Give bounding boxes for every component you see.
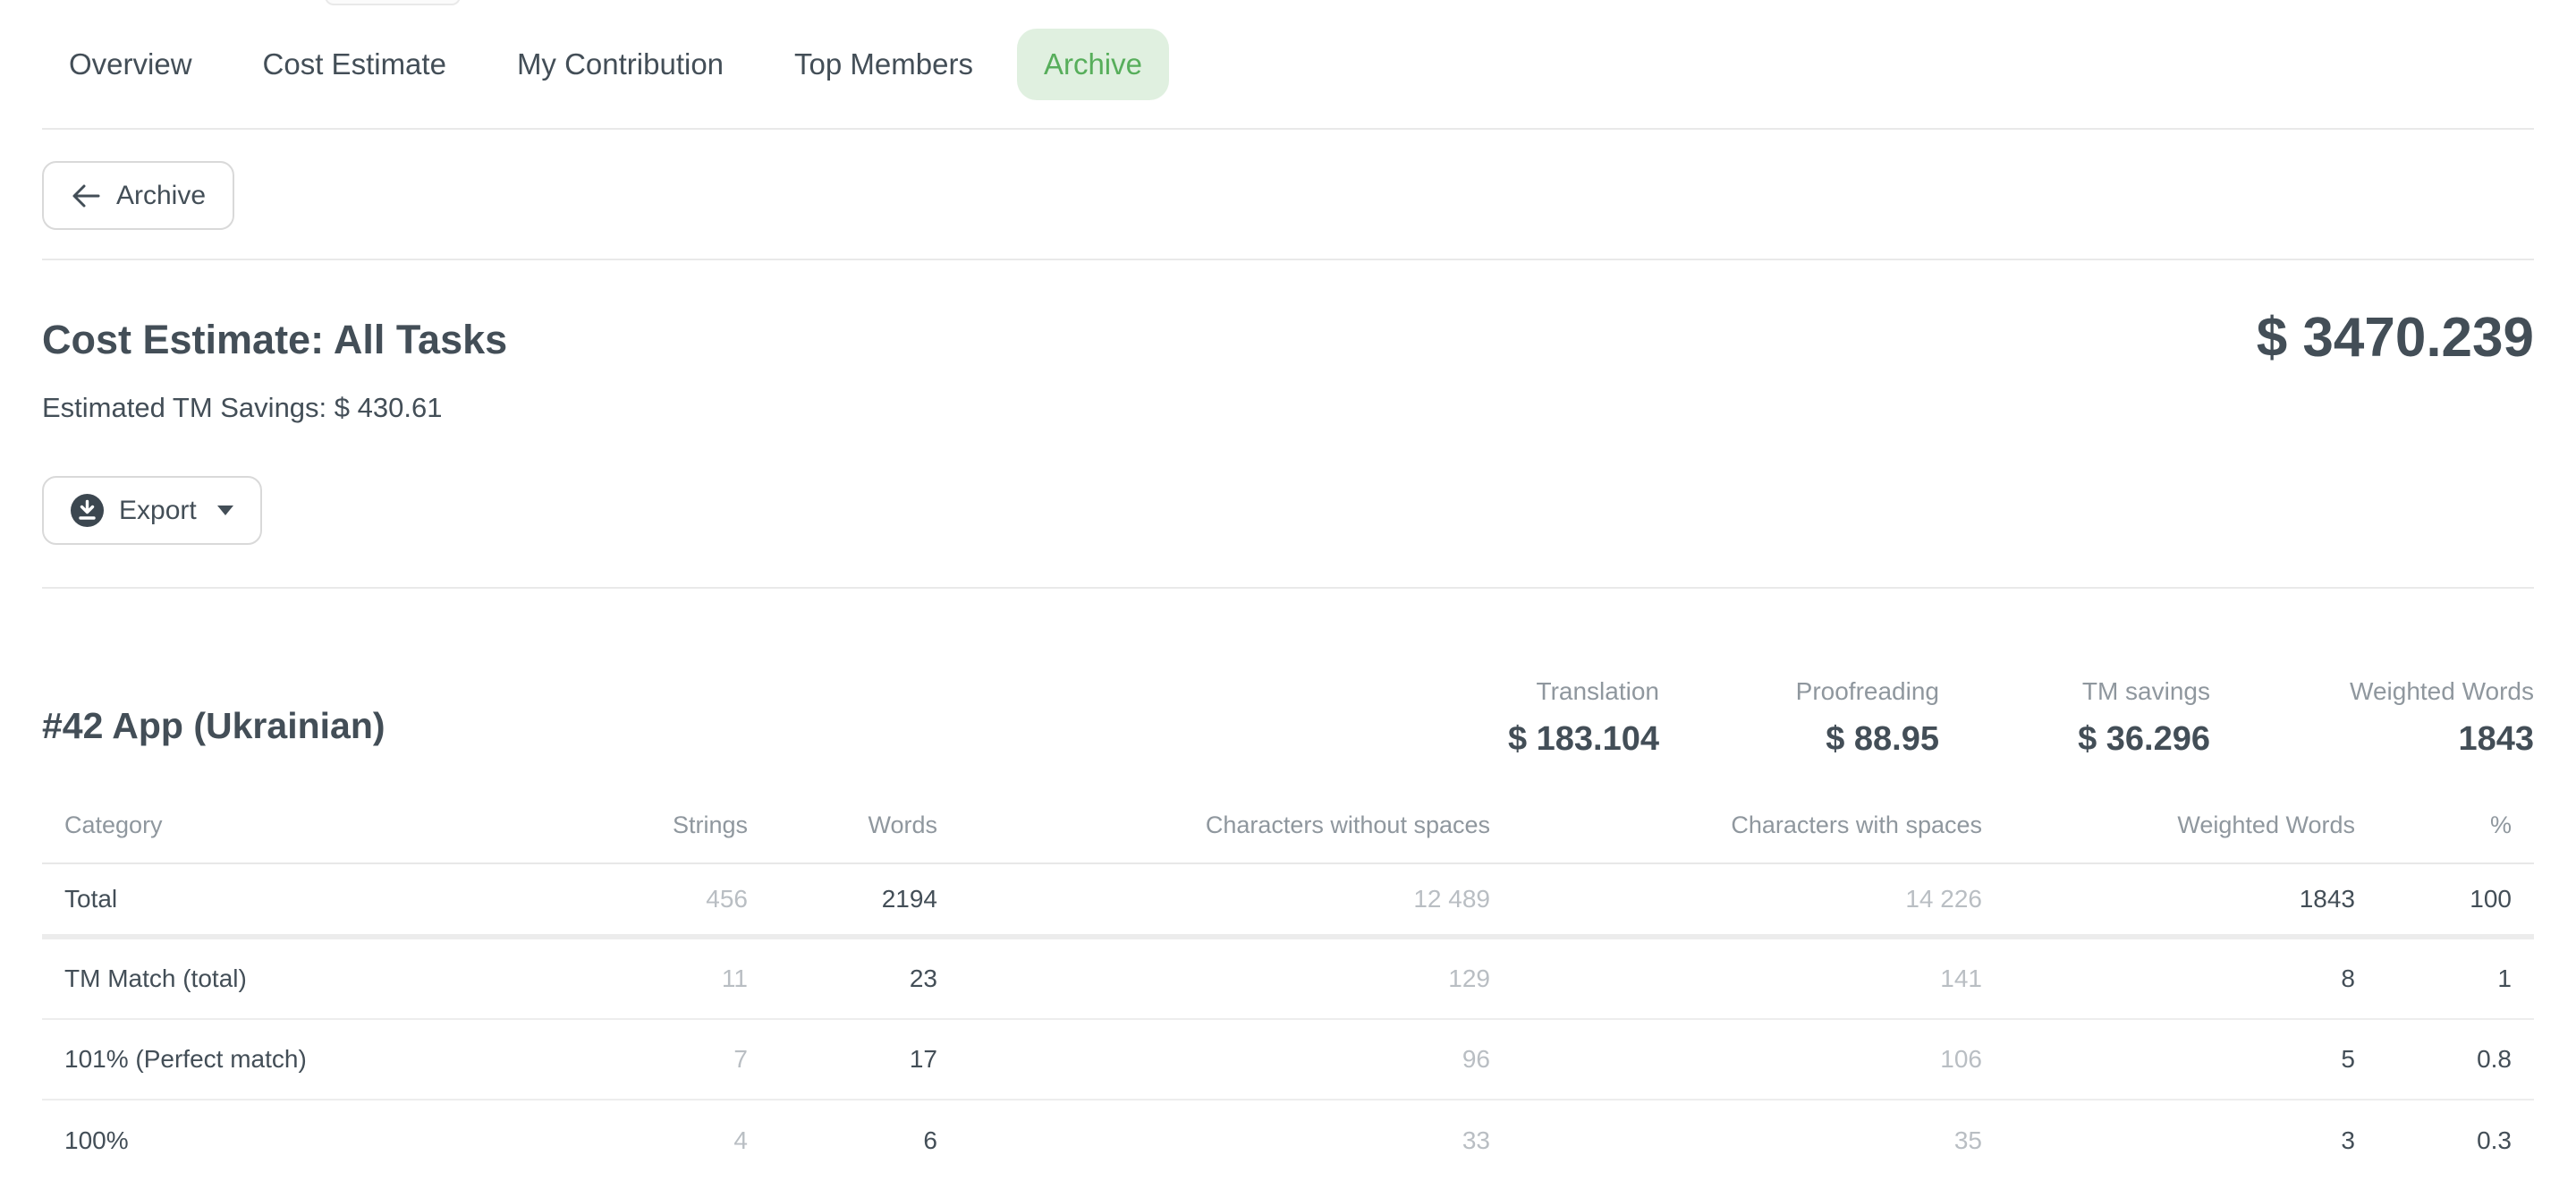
tab-bar: OverviewCost EstimateMy ContributionTop … [0,0,2576,100]
cell-value: 96 [937,1045,1490,1074]
stat-label: TM savings [1939,676,2210,707]
project-stats: Translation $ 183.104Proofreading $ 88.95T… [1373,676,2534,759]
stat-value: $ 88.95 [1659,719,1939,759]
tab-top-members[interactable]: Top Members [767,29,1000,100]
column-header-characters-without-spaces: Characters without spaces [937,798,1490,862]
stat-label: Proofreading [1659,676,1939,707]
cell-value: 17 [748,1045,937,1074]
column-header-weighted-words: Weighted Words [1982,798,2355,862]
project-title: #42 App (Ukrainian) [42,704,386,748]
cell-category: 101% (Perfect match) [64,1045,512,1074]
total-cost: $ 3470.239 [2257,307,2534,370]
table-row: TM Match (total)112312914181 [42,939,2534,1020]
arrow-left-icon [71,183,101,209]
export-button[interactable]: Export [42,476,262,545]
cell-value: 456 [512,885,748,913]
cell-value: 141 [1490,964,1982,993]
column-header-strings: Strings [512,798,748,862]
cell-value: 4 [512,1126,748,1155]
cell-value: 129 [937,964,1490,993]
stat-value: 1843 [2210,719,2534,759]
tab-my-contribution[interactable]: My Contribution [490,29,750,100]
project-section: #42 App (Ukrainian) Translation $ 183.104… [42,676,2534,759]
cell-value: 0.3 [2355,1126,2512,1155]
column-header-: % [2355,798,2512,862]
page-title: Cost Estimate: All Tasks [42,316,2534,364]
cell-value: 23 [748,964,937,993]
tab-archive[interactable]: Archive [1017,29,1169,100]
stat-label: Translation [1373,676,1659,707]
cell-value: 106 [1490,1045,1982,1074]
tab-list: OverviewCost EstimateMy ContributionTop … [42,29,2534,100]
cost-estimate-summary: Cost Estimate: All Tasks $ 3470.239 Esti… [0,260,2576,587]
stat-proofreading: Proofreading $ 88.95 [1659,676,1939,759]
download-icon [71,494,104,527]
cell-category: 100% [64,1126,512,1155]
tab-overview[interactable]: Overview [42,29,219,100]
back-row: Archive [0,130,2576,259]
stat-label: Weighted Words [2210,676,2534,707]
cell-value: 33 [937,1126,1490,1155]
divider-below-summary [42,587,2534,589]
stat-value: $ 36.296 [1939,719,2210,759]
table-row: Total456219412 48914 2261843100 [42,864,2534,939]
chevron-down-icon [217,506,233,515]
cell-value: 2194 [748,885,937,913]
cell-value: 35 [1490,1126,1982,1155]
column-header-characters-with-spaces: Characters with spaces [1490,798,1982,862]
cell-value: 11 [512,964,748,993]
cell-value: 100 [2355,885,2512,913]
top-edge-cutoff-element [325,0,461,5]
cell-value: 1 [2355,964,2512,993]
cell-value: 5 [1982,1045,2355,1074]
cell-value: 8 [1982,964,2355,993]
cell-value: 12 489 [937,885,1490,913]
table-row: 101% (Perfect match)7179610650.8 [42,1020,2534,1100]
stat-tm-savings: TM savings $ 36.296 [1939,676,2210,759]
back-to-archive-button[interactable]: Archive [42,161,234,230]
cell-value: 1843 [1982,885,2355,913]
cost-table: CategoryStringsWordsCharacters without s… [42,798,2534,1181]
cell-category: TM Match (total) [64,964,512,993]
table-header: CategoryStringsWordsCharacters without s… [42,798,2534,864]
cell-category: Total [64,885,512,913]
column-header-category: Category [64,798,512,862]
back-button-label: Archive [116,181,206,211]
table-body: Total456219412 48914 2261843100TM Match … [42,864,2534,1181]
column-header-words: Words [748,798,937,862]
cell-value: 0.8 [2355,1045,2512,1074]
stat-weighted-words: Weighted Words 1843 [2210,676,2534,759]
table-row: 100%46333530.3 [42,1100,2534,1181]
tab-cost-estimate[interactable]: Cost Estimate [236,29,473,100]
cell-value: 6 [748,1126,937,1155]
cell-value: 3 [1982,1126,2355,1155]
tm-savings-line: Estimated TM Savings: $ 430.61 [42,391,2534,424]
stat-translation: Translation $ 183.104 [1373,676,1659,759]
cell-value: 14 226 [1490,885,1982,913]
stat-value: $ 183.104 [1373,719,1659,759]
export-button-label: Export [119,496,197,526]
cell-value: 7 [512,1045,748,1074]
